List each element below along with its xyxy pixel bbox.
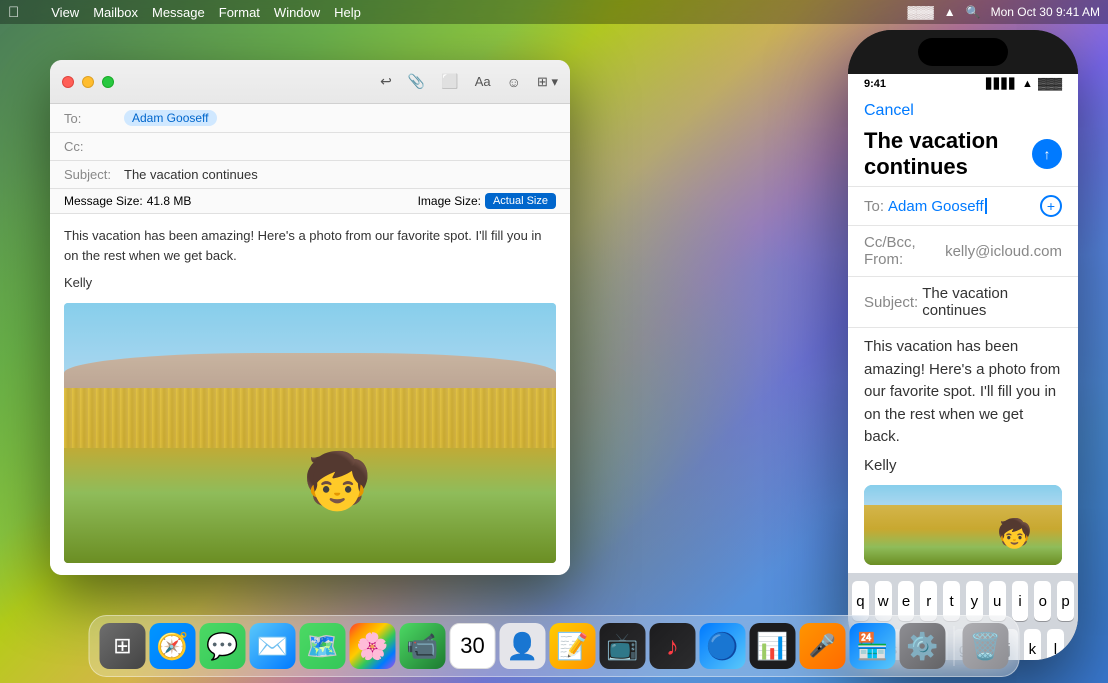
to-label: To: — [64, 111, 124, 126]
actual-size-button[interactable]: Actual Size — [485, 193, 556, 209]
menu-help[interactable]: Help — [334, 5, 361, 20]
key-k[interactable]: k — [1024, 629, 1041, 660]
dock-icon-calendar[interactable]: 30 — [450, 623, 496, 669]
dock-icon-trash[interactable]: 🗑️ — [963, 623, 1009, 669]
attach-icon[interactable]: 📎 — [408, 73, 425, 90]
cc-field[interactable]: Cc: — [50, 133, 570, 161]
iphone-time: 9:41 — [864, 78, 886, 90]
format-icon[interactable]: Aa — [475, 74, 491, 89]
menu-window[interactable]: Window — [274, 5, 320, 20]
iphone-photo-person: 🧒 — [997, 513, 1032, 555]
cancel-button[interactable]: Cancel — [864, 102, 914, 119]
subject-value[interactable]: The vacation continues — [124, 167, 258, 182]
dock-icon-mail[interactable]: ✉️ — [250, 623, 296, 669]
dock: ⊞ 🧭 💬 ✉️ 🗺️ 🌸 📹 30 👤 📝 📺 ♪ 🔵 📊 🎤 🏪 ⚙️ 🗑️ — [89, 615, 1020, 677]
iphone-signature: Kelly — [864, 455, 1062, 478]
message-size-row: Message Size: 41.8 MB Image Size: Actual… — [50, 189, 570, 214]
window-titlebar: ↩ 📎 ⬜ Aa ☺ ⊞ ▾ — [50, 60, 570, 104]
apple-menu-icon[interactable]:  — [8, 4, 19, 21]
cc-label: Cc: — [64, 139, 124, 154]
dock-icon-safari[interactable]: 🧭 — [150, 623, 196, 669]
iphone-to-field[interactable]: To: Adam Gooseff + — [848, 187, 1078, 226]
iphone-subject: The vacation continues — [864, 128, 1024, 180]
minimize-button[interactable] — [82, 76, 94, 88]
attached-photo: 🧒 — [64, 303, 556, 563]
dock-icon-launchpad[interactable]: ⊞ — [100, 623, 146, 669]
dock-separator — [954, 626, 955, 666]
wifi-status-icon: ▲ — [1022, 78, 1033, 90]
iphone-to-value[interactable]: Adam Gooseff — [888, 198, 984, 215]
dock-icon-system[interactable]: ⚙️ — [900, 623, 946, 669]
iphone-cc-field[interactable]: Cc/Bcc, From: kelly@icloud.com — [848, 226, 1078, 277]
iphone-subject-field[interactable]: Subject: The vacation continues — [848, 277, 1078, 328]
undo-icon[interactable]: ↩ — [380, 73, 392, 90]
mail-compose-window: ↩ 📎 ⬜ Aa ☺ ⊞ ▾ To: Adam Gooseff Cc: Subj… — [50, 60, 570, 575]
iphone-mail-header: Cancel The vacation continues ↑ — [848, 94, 1078, 187]
dock-icon-numbers[interactable]: 📊 — [750, 623, 796, 669]
mail-body[interactable]: This vacation has been amazing! Here's a… — [50, 214, 570, 575]
dock-icon-maps[interactable]: 🗺️ — [300, 623, 346, 669]
dock-icon-tv[interactable]: 📺 — [600, 623, 646, 669]
key-i[interactable]: i — [1012, 581, 1029, 621]
menu-mailbox[interactable]: Mailbox — [93, 5, 138, 20]
text-cursor — [985, 198, 987, 214]
battery-status-icon: ▓▓▓ — [1038, 78, 1062, 90]
menu-view[interactable]: View — [51, 5, 79, 20]
menu-format[interactable]: Format — [219, 5, 260, 20]
iphone-device: 9:41 ▋▋▋▋ ▲ ▓▓▓ Cancel The vacation cont… — [848, 30, 1078, 660]
iphone-subject-field-value[interactable]: The vacation continues — [922, 285, 1062, 319]
add-recipient-button[interactable]: + — [1040, 195, 1062, 217]
message-size-label: Message Size: — [64, 194, 143, 208]
menu-message[interactable]: Message — [152, 5, 205, 20]
iphone-cc-label: Cc/Bcc, From: — [864, 234, 941, 268]
dock-icon-keynote[interactable]: 🎤 — [800, 623, 846, 669]
iphone-subject-label: Subject: — [864, 294, 918, 311]
more-icon[interactable]: ⊞ ▾ — [537, 74, 558, 90]
menubar:  View Mailbox Message Format Window Hel… — [0, 0, 1108, 24]
subject-label: Subject: — [64, 167, 124, 182]
send-button[interactable]: ↑ — [1032, 139, 1062, 169]
signal-icon: ▋▋▋▋ — [986, 79, 1017, 90]
dock-icon-facetime[interactable]: 📹 — [400, 623, 446, 669]
emoji-icon[interactable]: ☺ — [507, 74, 521, 90]
menubar-time: Mon Oct 30 9:41 AM — [991, 5, 1100, 19]
iphone-from-value: kelly@icloud.com — [945, 243, 1062, 260]
dock-icon-finder[interactable]: 🔵 — [700, 623, 746, 669]
key-o[interactable]: o — [1034, 581, 1051, 621]
photo-person-figure: 🧒 — [303, 440, 371, 523]
dock-icon-appstore[interactable]: 🏪 — [850, 623, 896, 669]
dynamic-island-area — [848, 30, 1078, 74]
dock-icon-music[interactable]: ♪ — [650, 623, 696, 669]
photo-icon[interactable]: ⬜ — [441, 73, 458, 90]
iphone-statusbar: 9:41 ▋▋▋▋ ▲ ▓▓▓ — [848, 74, 1078, 94]
image-size-label: Image Size: — [418, 194, 481, 208]
recipient-badge[interactable]: Adam Gooseff — [124, 110, 217, 126]
iphone-screen: Cancel The vacation continues ↑ To: Adam… — [848, 94, 1078, 660]
key-p[interactable]: p — [1057, 581, 1074, 621]
fullscreen-button[interactable] — [102, 76, 114, 88]
wifi-icon: ▲ — [944, 5, 956, 19]
dock-icon-messages[interactable]: 💬 — [200, 623, 246, 669]
message-size-value: 41.8 MB — [147, 194, 192, 208]
subject-field: Subject: The vacation continues — [50, 161, 570, 189]
to-field: To: Adam Gooseff — [50, 104, 570, 133]
close-button[interactable] — [62, 76, 74, 88]
dock-icon-photos[interactable]: 🌸 — [350, 623, 396, 669]
iphone-to-label: To: — [864, 198, 884, 215]
iphone-body[interactable]: This vacation has been amazing! Here's a… — [848, 328, 1078, 573]
dock-icon-contacts[interactable]: 👤 — [500, 623, 546, 669]
iphone-body-text: This vacation has been amazing! Here's a… — [864, 336, 1062, 449]
iphone-subject-row: The vacation continues ↑ — [864, 128, 1062, 180]
dock-icon-notes[interactable]: 📝 — [550, 623, 596, 669]
battery-icon: ▓▓▓ — [908, 5, 934, 19]
iphone-photo-thumbnail: 🧒 — [864, 485, 1062, 565]
search-icon[interactable]: 🔍 — [966, 5, 981, 19]
body-text: This vacation has been amazing! Here's a… — [64, 226, 556, 265]
signature: Kelly — [64, 273, 556, 293]
dynamic-island — [918, 38, 1008, 66]
